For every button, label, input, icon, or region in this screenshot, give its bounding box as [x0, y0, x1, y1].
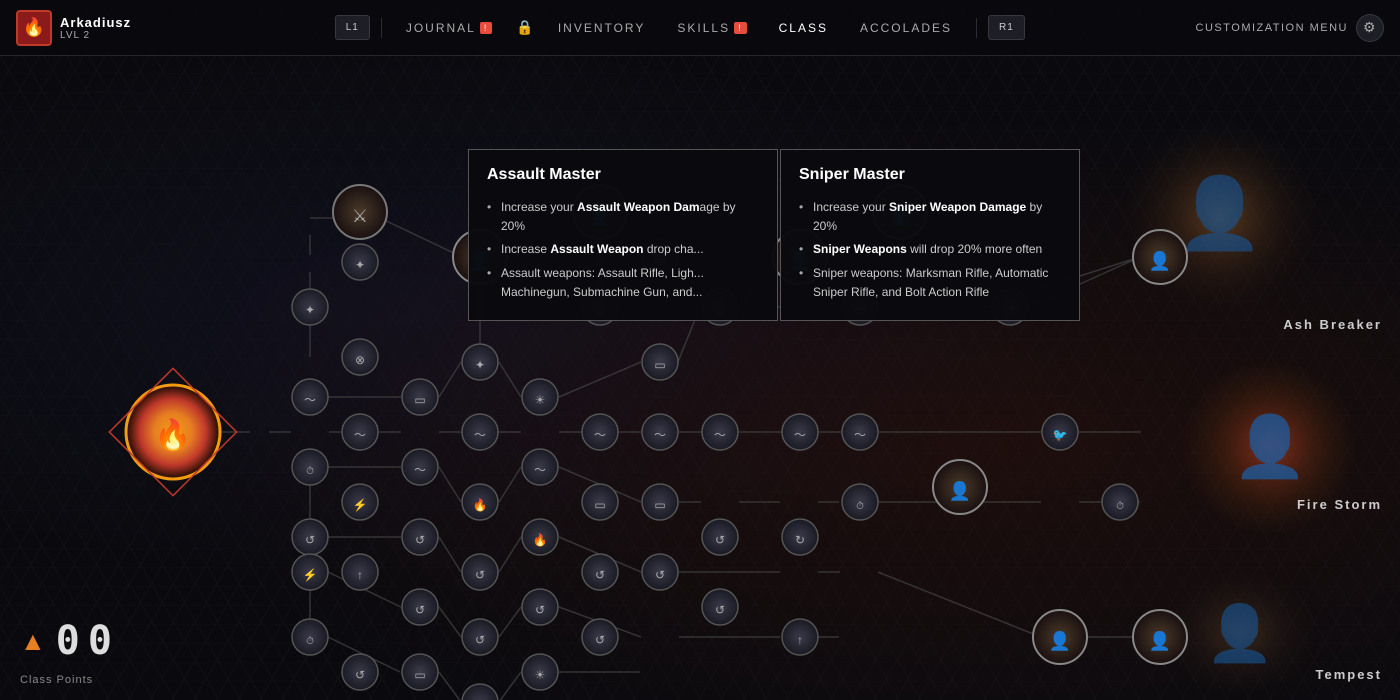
svg-text:↺: ↺ — [595, 568, 605, 582]
svg-text:✦: ✦ — [475, 358, 485, 372]
svg-text:↺: ↺ — [475, 633, 485, 647]
svg-text:⏱: ⏱ — [306, 466, 314, 477]
main-content: 👤 👤 — [0, 57, 1400, 700]
player-name: Arkadiusz — [60, 15, 131, 30]
r1-button[interactable]: R1 — [988, 15, 1025, 40]
skill-tree-area: 👤 👤 — [0, 57, 1400, 700]
nav-divider-1 — [381, 18, 382, 38]
class-points-label: Class Points — [20, 674, 93, 686]
svg-text:✦: ✦ — [305, 303, 315, 317]
assault-master-bullet-1: Increase your Assault Weapon Damage by 2… — [487, 196, 759, 238]
branch-label-ash-breaker: Ash Breaker — [1283, 317, 1382, 332]
svg-text:〜: 〜 — [414, 463, 426, 477]
svg-text:▭: ▭ — [654, 498, 665, 512]
svg-text:↺: ↺ — [715, 533, 725, 547]
player-name-block: Arkadiusz LVL 2 — [60, 15, 131, 41]
nav-journal[interactable]: JOURNAL! — [390, 21, 509, 35]
svg-text:〜: 〜 — [534, 463, 546, 477]
l1-button[interactable]: L1 — [335, 15, 370, 40]
assault-master-title: Assault Master — [487, 166, 759, 184]
svg-text:⏱: ⏱ — [306, 636, 314, 647]
sniper-master-body: Increase your Sniper Weapon Damage by 20… — [799, 196, 1061, 304]
svg-text:🐦: 🐦 — [1053, 428, 1068, 442]
assault-master-bullet-2: Increase Assault Weapon drop cha... — [487, 238, 759, 261]
svg-text:↺: ↺ — [535, 603, 545, 617]
svg-text:〜: 〜 — [594, 428, 606, 442]
svg-text:↺: ↺ — [475, 568, 485, 582]
top-navigation-bar: 🔥 Arkadiusz LVL 2 L1 JOURNAL! 🔒 INVENTOR… — [0, 0, 1400, 56]
svg-text:〜: 〜 — [714, 428, 726, 442]
player-avatar: 🔥 — [16, 10, 52, 46]
svg-text:⏱: ⏱ — [1116, 501, 1124, 512]
svg-text:👤: 👤 — [1149, 630, 1171, 651]
svg-text:👤: 👤 — [1149, 250, 1171, 271]
svg-text:▭: ▭ — [654, 358, 665, 372]
assault-master-bullet-3: Assault weapons: Assault Rifle, Ligh... … — [487, 262, 759, 304]
svg-text:🔥: 🔥 — [473, 498, 488, 512]
svg-text:▭: ▭ — [414, 393, 425, 407]
svg-text:↺: ↺ — [655, 568, 665, 582]
branch-label-tempest: Tempest — [1316, 667, 1383, 682]
nav-right: CUSTOMIZATION MENU ⚙ — [1180, 14, 1400, 42]
sniper-bullet-1: Increase your Sniper Weapon Damage by 20… — [799, 196, 1061, 238]
svg-text:〜: 〜 — [304, 393, 316, 407]
svg-text:👤: 👤 — [949, 480, 971, 501]
svg-text:▭: ▭ — [594, 498, 605, 512]
svg-text:〜: 〜 — [474, 428, 486, 442]
svg-text:⊗: ⊗ — [355, 353, 365, 367]
svg-text:⚔: ⚔ — [352, 206, 368, 226]
nav-inventory[interactable]: INVENTORY — [542, 21, 662, 35]
journal-badge: ! — [480, 22, 493, 34]
nav-accolades[interactable]: ACCOLADES — [844, 21, 968, 35]
class-points-bar: ▲ 00 Class Points — [20, 618, 120, 684]
svg-text:🔥: 🔥 — [533, 533, 548, 547]
customization-menu-label[interactable]: CUSTOMIZATION MENU — [1196, 22, 1348, 34]
svg-text:〜: 〜 — [794, 428, 806, 442]
svg-text:⚡: ⚡ — [353, 498, 368, 512]
nav-lock-icon: 🔒 — [516, 19, 533, 36]
nav-class[interactable]: CLASS — [763, 21, 844, 35]
svg-text:↺: ↺ — [355, 668, 365, 682]
sniper-bullet-3: Sniper weapons: Marksman Rifle, Automati… — [799, 262, 1061, 304]
svg-text:〜: 〜 — [854, 428, 866, 442]
svg-text:↺: ↺ — [715, 603, 725, 617]
gear-icon[interactable]: ⚙ — [1356, 14, 1384, 42]
svg-text:↻: ↻ — [795, 533, 805, 547]
sniper-master-tooltip: Sniper Master Increase your Sniper Weapo… — [780, 149, 1080, 321]
nav-skills[interactable]: SKILLS! — [661, 21, 762, 35]
svg-text:〜: 〜 — [654, 428, 666, 442]
svg-text:↺: ↺ — [595, 633, 605, 647]
svg-text:↑: ↑ — [797, 633, 803, 647]
assault-master-body: Increase your Assault Weapon Damage by 2… — [487, 196, 759, 304]
svg-text:👤: 👤 — [1049, 630, 1071, 651]
svg-text:🔥: 🔥 — [154, 417, 191, 452]
svg-text:▭: ▭ — [414, 668, 425, 682]
svg-text:〜: 〜 — [354, 428, 366, 442]
svg-text:↺: ↺ — [305, 533, 315, 547]
svg-text:⏱: ⏱ — [856, 501, 864, 512]
skills-badge: ! — [734, 22, 747, 34]
player-level: LVL 2 — [60, 30, 131, 41]
svg-text:⚡: ⚡ — [303, 568, 318, 582]
nav-divider-2 — [976, 18, 977, 38]
branch-label-fire-storm: Fire Storm — [1297, 497, 1382, 512]
sniper-bullet-2: Sniper Weapons will drop 20% more often — [799, 238, 1061, 261]
class-points-triangle-icon: ▲ — [20, 626, 46, 657]
svg-text:↑: ↑ — [357, 568, 363, 582]
svg-text:☀: ☀ — [535, 668, 546, 682]
svg-text:↺: ↺ — [415, 533, 425, 547]
sniper-master-title: Sniper Master — [799, 166, 1061, 184]
svg-text:☀: ☀ — [535, 393, 546, 407]
svg-text:✦: ✦ — [355, 258, 365, 272]
nav-center: L1 JOURNAL! 🔒 INVENTORY SKILLS! CLASS AC… — [180, 15, 1180, 40]
svg-text:↺: ↺ — [415, 603, 425, 617]
class-points-value: 00 — [56, 618, 120, 664]
player-info: 🔥 Arkadiusz LVL 2 — [0, 10, 180, 46]
assault-master-tooltip: Assault Master Increase your Assault Wea… — [468, 149, 778, 321]
